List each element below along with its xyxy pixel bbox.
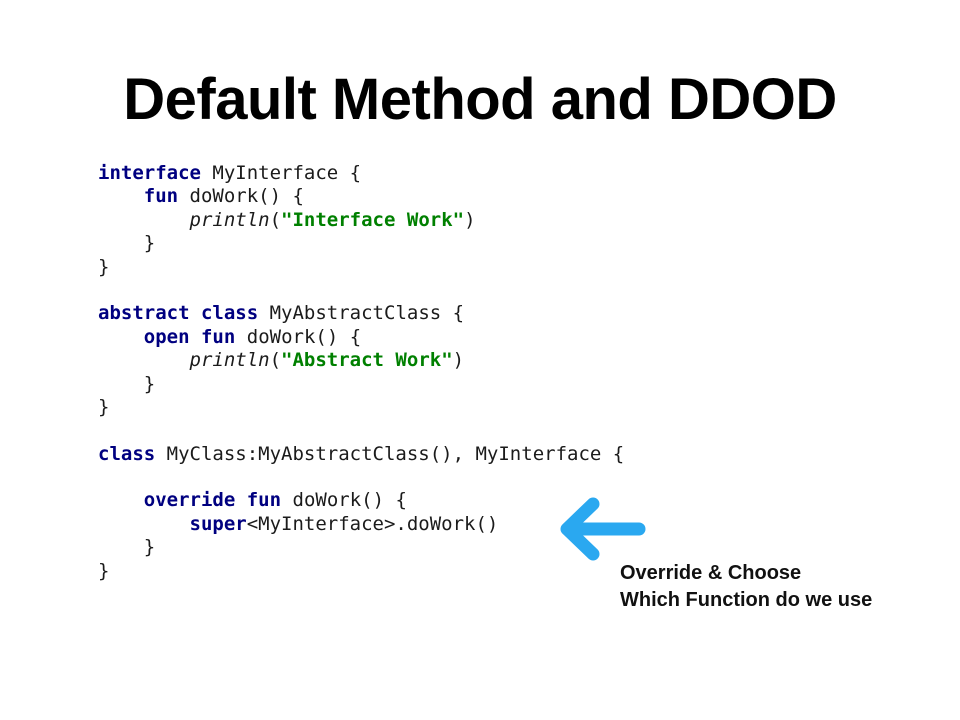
code-text: doWork() { (281, 489, 407, 512)
annotation-line-2: Which Function do we use (620, 589, 873, 611)
arrow-left-icon (560, 497, 646, 561)
code-line: super<MyInterface>.doWork() (98, 513, 624, 536)
code-string: "Abstract Work" (281, 349, 453, 372)
code-text: } (98, 232, 156, 255)
code-line: abstract class MyAbstractClass { (98, 302, 624, 325)
code-line: } (98, 256, 624, 279)
code-function: println (189, 208, 270, 231)
code-text: MyInterface { (200, 162, 362, 184)
annotation-line-1: Override & Choose (620, 562, 802, 584)
code-text: ( (269, 349, 282, 372)
code-text: } (98, 395, 110, 418)
code-line: class MyClass:MyAbstractClass(), MyInter… (98, 443, 624, 466)
code-line: } (98, 232, 624, 255)
code-function: println (189, 349, 270, 372)
code-block: interface MyInterface { fun doWork() { p… (98, 162, 624, 583)
code-text: } (98, 255, 110, 278)
code-keyword: override (143, 489, 236, 512)
code-line: fun doWork() { (98, 185, 624, 208)
code-line: open fun doWork() { (98, 326, 624, 349)
code-line: interface MyInterface { (98, 162, 624, 185)
code-line: override fun doWork() { (98, 489, 624, 512)
code-text: } (98, 372, 156, 395)
code-string: "Interface Work" (281, 208, 465, 231)
code-text: ) (452, 349, 465, 372)
code-line: } (98, 560, 624, 583)
code-keyword: interface (98, 162, 201, 184)
code-text: ( (269, 208, 282, 231)
code-keyword: class (98, 442, 156, 465)
slide: Default Method and DDOD interface MyInte… (0, 0, 960, 720)
code-text: MyClass:MyAbstractClass(), MyInterface { (155, 442, 625, 465)
code-keyword: fun (200, 325, 236, 348)
code-text: MyAbstractClass { (258, 302, 465, 325)
code-line: } (98, 536, 624, 559)
code-keyword: open (143, 325, 190, 348)
code-keyword: fun (246, 489, 282, 512)
code-keyword: class (200, 302, 259, 325)
slide-title: Default Method and DDOD (123, 67, 837, 132)
code-keyword: super (189, 512, 247, 535)
code-line: println("Interface Work") (98, 209, 624, 232)
code-text: doWork() { (178, 185, 304, 208)
code-text: } (98, 536, 156, 559)
code-keyword: abstract (98, 302, 190, 325)
code-text: ) (464, 208, 476, 231)
code-text: doWork() { (235, 325, 362, 348)
code-line: } (98, 373, 624, 396)
code-line: println("Abstract Work") (98, 349, 624, 372)
code-text: <MyInterface>.doWork() (246, 512, 499, 535)
code-line: } (98, 396, 624, 419)
annotation-note: Override & Choose Which Function do we u… (620, 560, 872, 614)
code-text: } (98, 559, 110, 582)
code-keyword: fun (143, 185, 179, 208)
